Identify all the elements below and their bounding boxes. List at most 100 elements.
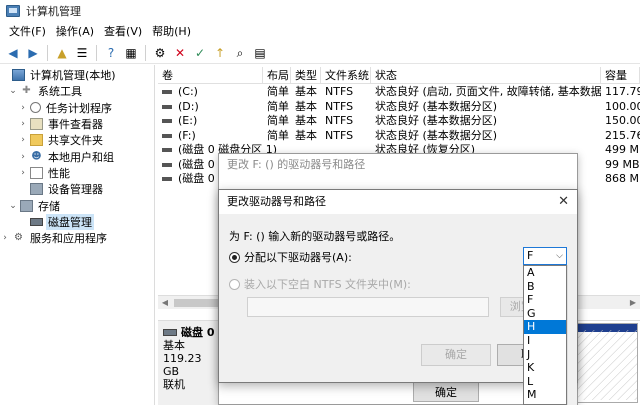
tree-item-storage[interactable]: ⌄ 存储 <box>0 197 154 213</box>
tree-item-task-scheduler[interactable]: › 任务计划程序 <box>0 100 154 116</box>
capacity-cell: 215.76 <box>605 128 640 142</box>
table-row[interactable]: (D:) 简单 基本 NTFS 状态良好 (基本数据分区) 100.00 <box>158 100 640 115</box>
tree-item-services[interactable]: › ⚙ 服务和应用程序 <box>0 230 154 246</box>
volume-icon <box>162 177 172 182</box>
view-icon[interactable]: ▦ <box>122 44 140 62</box>
toolbar-separator <box>96 44 97 61</box>
column-header-status[interactable]: 状态 <box>371 67 601 84</box>
column-header-volume[interactable]: 卷 <box>158 67 263 84</box>
forward-arrow-icon[interactable]: ▶ <box>24 44 42 62</box>
radio-unselected[interactable] <box>229 278 240 290</box>
chevron-right-icon[interactable]: › <box>18 119 28 129</box>
drive-letter-option[interactable]: M <box>524 388 566 402</box>
scroll-left-icon[interactable]: ◀ <box>158 296 172 310</box>
tree-label: 事件查看器 <box>48 118 103 132</box>
table-row[interactable]: (F:) 简单 基本 NTFS 状态良好 (基本数据分区) 215.76 <box>158 129 640 144</box>
menu-file[interactable]: 文件(F) <box>4 22 51 42</box>
dropdown-scrollbar[interactable] <box>567 265 577 405</box>
menu-bar: 文件(F) 操作(A) 查看(V) 帮助(H) <box>0 22 640 42</box>
menu-help[interactable]: 帮助(H) <box>147 22 196 42</box>
dialog-title: 更改驱动器号和路径 <box>227 195 326 208</box>
type-cell: 基本 <box>295 114 317 127</box>
chevron-right-icon[interactable]: › <box>18 103 28 113</box>
column-header-capacity[interactable]: 容量 <box>601 67 640 84</box>
title-bar: 计算机管理 <box>0 0 640 22</box>
menu-action[interactable]: 操作(A) <box>51 22 99 42</box>
clock-icon <box>30 102 41 114</box>
disk-info[interactable]: 磁盘 0 基本 119.23 GB 联机 <box>158 321 218 405</box>
drive-letter-option[interactable]: B <box>524 280 566 294</box>
menu-view[interactable]: 查看(V) <box>99 22 147 42</box>
disk-type: 基本 <box>163 339 185 352</box>
import-icon[interactable]: ↑ <box>211 44 229 62</box>
tree-label: 计算机管理(本地) <box>30 69 116 83</box>
table-row[interactable]: (E:) 简单 基本 NTFS 状态良好 (基本数据分区) 150.00 <box>158 114 640 129</box>
drive-letter-option[interactable]: J <box>524 348 566 362</box>
toolbar: ◀ ▶ ▲ ☰ ? ▦ ⚙ ✕ ✓ ↑ ⌕ ▤ <box>0 42 640 64</box>
drive-letter-option[interactable]: I <box>524 334 566 348</box>
delete-icon[interactable]: ✕ <box>171 44 189 62</box>
drive-letter-option[interactable]: L <box>524 375 566 389</box>
disk-partition-block[interactable] <box>576 323 638 403</box>
column-header-filesystem[interactable]: 文件系统 <box>321 67 371 84</box>
help-icon[interactable]: ? <box>102 44 120 62</box>
tree-item-performance[interactable]: › 性能 <box>0 165 154 181</box>
chevron-down-icon[interactable]: ⌄ <box>8 86 18 96</box>
volume-name: (D:) <box>178 99 199 113</box>
tree-item-local-users[interactable]: › ☻ 本地用户和组 <box>0 148 154 164</box>
performance-icon <box>30 166 43 179</box>
scroll-right-icon[interactable]: ▶ <box>626 296 640 310</box>
services-icon: ⚙ <box>14 232 23 244</box>
ok-button[interactable]: 确定 <box>421 344 491 366</box>
ok-button[interactable]: 确定 <box>413 382 479 402</box>
back-arrow-icon[interactable]: ◀ <box>4 44 22 62</box>
up-folder-icon[interactable]: ▲ <box>53 44 71 62</box>
mount-folder-option[interactable]: 装入以下空白 NTFS 文件夹中(M): <box>229 276 411 292</box>
column-header-type[interactable]: 类型 <box>291 67 321 84</box>
radio-selected[interactable] <box>229 251 240 263</box>
drive-letter-select[interactable]: F ⌵ <box>523 247 567 265</box>
tree-item-event-viewer[interactable]: › 事件查看器 <box>0 116 154 132</box>
column-header-layout[interactable]: 布局 <box>263 67 291 84</box>
folder-icon <box>30 134 43 147</box>
drive-letter-option[interactable]: A <box>524 266 566 280</box>
drive-letter-option[interactable]: G <box>524 307 566 321</box>
status-cell: 状态良好 (基本数据分区) <box>375 99 498 113</box>
tree-item-root[interactable]: 计算机管理(本地) <box>0 67 154 83</box>
chevron-right-icon[interactable]: › <box>18 168 28 178</box>
tree-item-disk-management[interactable]: 磁盘管理 <box>0 213 154 230</box>
layout-cell: 简单 <box>267 85 289 98</box>
search-icon[interactable]: ⌕ <box>231 44 249 62</box>
assign-letter-label: 分配以下驱动器号(A): <box>244 251 352 264</box>
volume-name: (F:) <box>178 128 196 142</box>
drive-letter-option-highlighted[interactable]: H <box>524 320 566 334</box>
layout-cell: 简单 <box>267 99 289 113</box>
table-row[interactable]: (C:) 简单 基本 NTFS 状态良好 (启动, 页面文件, 故障转储, 基本… <box>158 85 640 100</box>
assign-letter-option[interactable]: 分配以下驱动器号(A): <box>229 249 352 265</box>
check-icon[interactable]: ✓ <box>191 44 209 62</box>
chevron-down-icon[interactable]: ⌄ <box>8 201 18 211</box>
status-cell: 状态良好 (基本数据分区) <box>375 128 498 142</box>
tree-item-shared-folders[interactable]: › 共享文件夹 <box>0 132 154 148</box>
tree-item-system-tools[interactable]: ⌄ ✚ 系统工具 <box>0 83 154 99</box>
volume-icon <box>162 133 172 138</box>
properties-icon[interactable]: ▤ <box>251 44 269 62</box>
drive-letter-option[interactable]: F <box>524 293 566 307</box>
capacity-cell: 99 MB <box>605 157 640 171</box>
connect-icon[interactable]: ⚙ <box>151 44 169 62</box>
toolbar-separator <box>47 44 48 61</box>
disk-title: 磁盘 0 <box>163 326 218 339</box>
show-tree-icon[interactable]: ☰ <box>73 44 91 62</box>
window-title: 计算机管理 <box>26 5 81 18</box>
chevron-right-icon[interactable]: › <box>18 135 28 145</box>
tree-item-device-manager[interactable]: 设备管理器 <box>0 181 154 197</box>
chevron-right-icon[interactable]: › <box>0 233 10 243</box>
tree-label: 磁盘管理 <box>46 213 94 230</box>
filesystem-cell: NTFS <box>325 99 354 113</box>
folder-path-input[interactable] <box>247 297 489 317</box>
disk-size: 119.23 GB <box>163 352 202 378</box>
chevron-right-icon[interactable]: › <box>18 152 28 162</box>
tools-icon: ✚ <box>22 85 31 97</box>
drive-letter-option[interactable]: K <box>524 361 566 375</box>
close-icon[interactable]: ✕ <box>558 190 569 214</box>
